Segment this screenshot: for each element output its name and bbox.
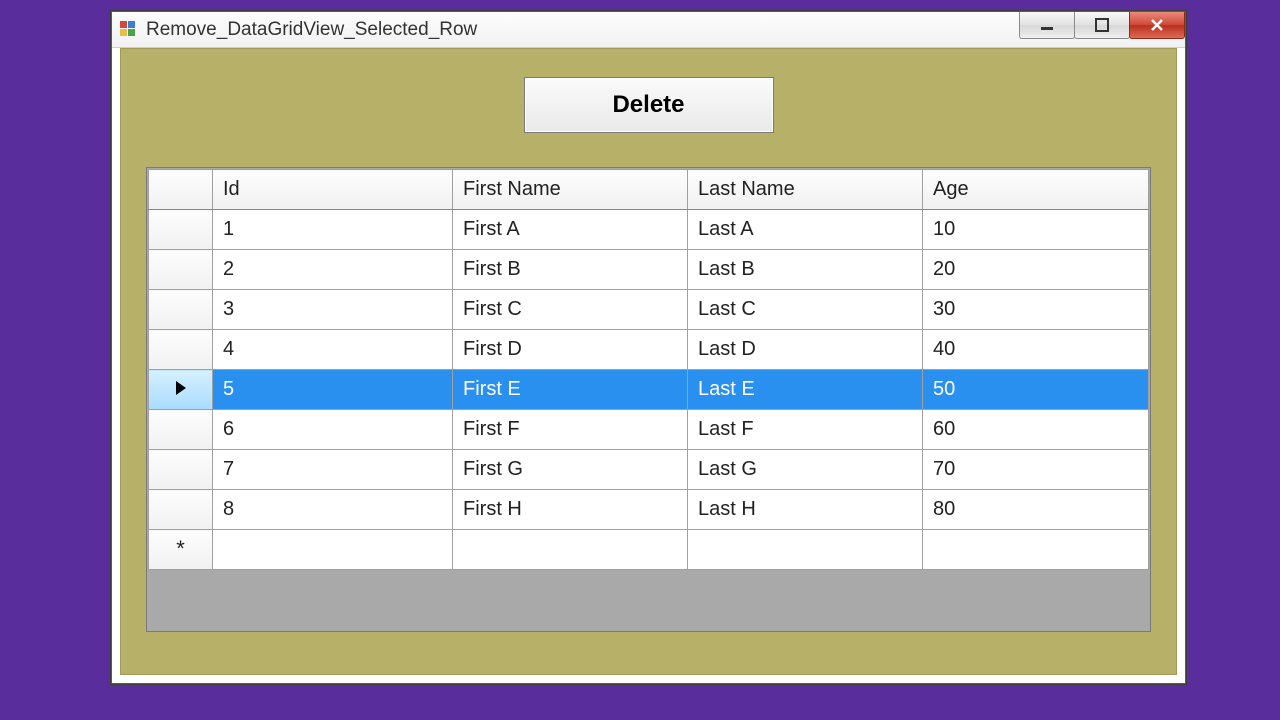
cell-last[interactable]: Last E	[688, 370, 923, 410]
maximize-button[interactable]	[1074, 12, 1130, 39]
cell-id[interactable]: 4	[213, 330, 453, 370]
cell-first[interactable]: First G	[453, 450, 688, 490]
cell-last[interactable]: Last F	[688, 410, 923, 450]
minimize-button[interactable]	[1019, 12, 1075, 39]
window-title: Remove_DataGridView_Selected_Row	[146, 19, 477, 41]
cell-first[interactable]: First D	[453, 330, 688, 370]
table-row[interactable]: 5First ELast E50	[149, 370, 1149, 410]
empty-cell[interactable]	[688, 530, 923, 570]
titlebar[interactable]: Remove_DataGridView_Selected_Row	[112, 12, 1185, 48]
cell-first[interactable]: First A	[453, 210, 688, 250]
cell-first[interactable]: First E	[453, 370, 688, 410]
cell-last[interactable]: Last D	[688, 330, 923, 370]
datagridview[interactable]: Id First Name Last Name Age 1First ALast…	[146, 167, 1151, 632]
table-row[interactable]: 3First CLast C30	[149, 290, 1149, 330]
row-header[interactable]: *	[149, 530, 213, 570]
cell-last[interactable]: Last C	[688, 290, 923, 330]
corner-header[interactable]	[149, 170, 213, 210]
row-header[interactable]	[149, 490, 213, 530]
app-window: Remove_DataGridView_Selected_Row Delete	[111, 11, 1186, 684]
cell-age[interactable]: 80	[923, 490, 1149, 530]
table-row[interactable]: 2First BLast B20	[149, 250, 1149, 290]
table-row[interactable]: 6First FLast F60	[149, 410, 1149, 450]
column-header-first[interactable]: First Name	[453, 170, 688, 210]
cell-age[interactable]: 10	[923, 210, 1149, 250]
row-header[interactable]	[149, 410, 213, 450]
cell-first[interactable]: First B	[453, 250, 688, 290]
table-row[interactable]: 8First HLast H80	[149, 490, 1149, 530]
window-controls	[1020, 12, 1185, 39]
cell-id[interactable]: 1	[213, 210, 453, 250]
cell-id[interactable]: 7	[213, 450, 453, 490]
cell-last[interactable]: Last H	[688, 490, 923, 530]
cell-age[interactable]: 50	[923, 370, 1149, 410]
table-row[interactable]: 7First GLast G70	[149, 450, 1149, 490]
column-header-row: Id First Name Last Name Age	[149, 170, 1149, 210]
cell-last[interactable]: Last G	[688, 450, 923, 490]
new-row-star-icon: *	[176, 536, 185, 561]
column-header-age[interactable]: Age	[923, 170, 1149, 210]
cell-age[interactable]: 20	[923, 250, 1149, 290]
row-header[interactable]	[149, 290, 213, 330]
cell-first[interactable]: First H	[453, 490, 688, 530]
cell-age[interactable]: 70	[923, 450, 1149, 490]
cell-id[interactable]: 6	[213, 410, 453, 450]
table-row[interactable]: 4First DLast D40	[149, 330, 1149, 370]
cell-age[interactable]: 30	[923, 290, 1149, 330]
row-header[interactable]	[149, 210, 213, 250]
column-header-last[interactable]: Last Name	[688, 170, 923, 210]
form-client-area: Delete Id First Name Last Name Age 1Firs…	[120, 48, 1177, 675]
app-icon	[120, 21, 138, 39]
empty-cell[interactable]	[213, 530, 453, 570]
table-row[interactable]: 1First ALast A10	[149, 210, 1149, 250]
cell-age[interactable]: 60	[923, 410, 1149, 450]
cell-id[interactable]: 3	[213, 290, 453, 330]
empty-cell[interactable]	[923, 530, 1149, 570]
cell-last[interactable]: Last B	[688, 250, 923, 290]
column-header-id[interactable]: Id	[213, 170, 453, 210]
new-row[interactable]: *	[149, 530, 1149, 570]
cell-first[interactable]: First C	[453, 290, 688, 330]
cell-id[interactable]: 8	[213, 490, 453, 530]
row-header[interactable]	[149, 330, 213, 370]
empty-cell[interactable]	[453, 530, 688, 570]
current-row-indicator-icon	[176, 381, 186, 395]
cell-id[interactable]: 5	[213, 370, 453, 410]
delete-button[interactable]: Delete	[524, 77, 774, 133]
cell-id[interactable]: 2	[213, 250, 453, 290]
row-header[interactable]	[149, 450, 213, 490]
cell-first[interactable]: First F	[453, 410, 688, 450]
row-header[interactable]	[149, 370, 213, 410]
cell-age[interactable]: 40	[923, 330, 1149, 370]
row-header[interactable]	[149, 250, 213, 290]
close-button[interactable]	[1129, 12, 1185, 39]
grid-footer	[148, 570, 1149, 602]
cell-last[interactable]: Last A	[688, 210, 923, 250]
